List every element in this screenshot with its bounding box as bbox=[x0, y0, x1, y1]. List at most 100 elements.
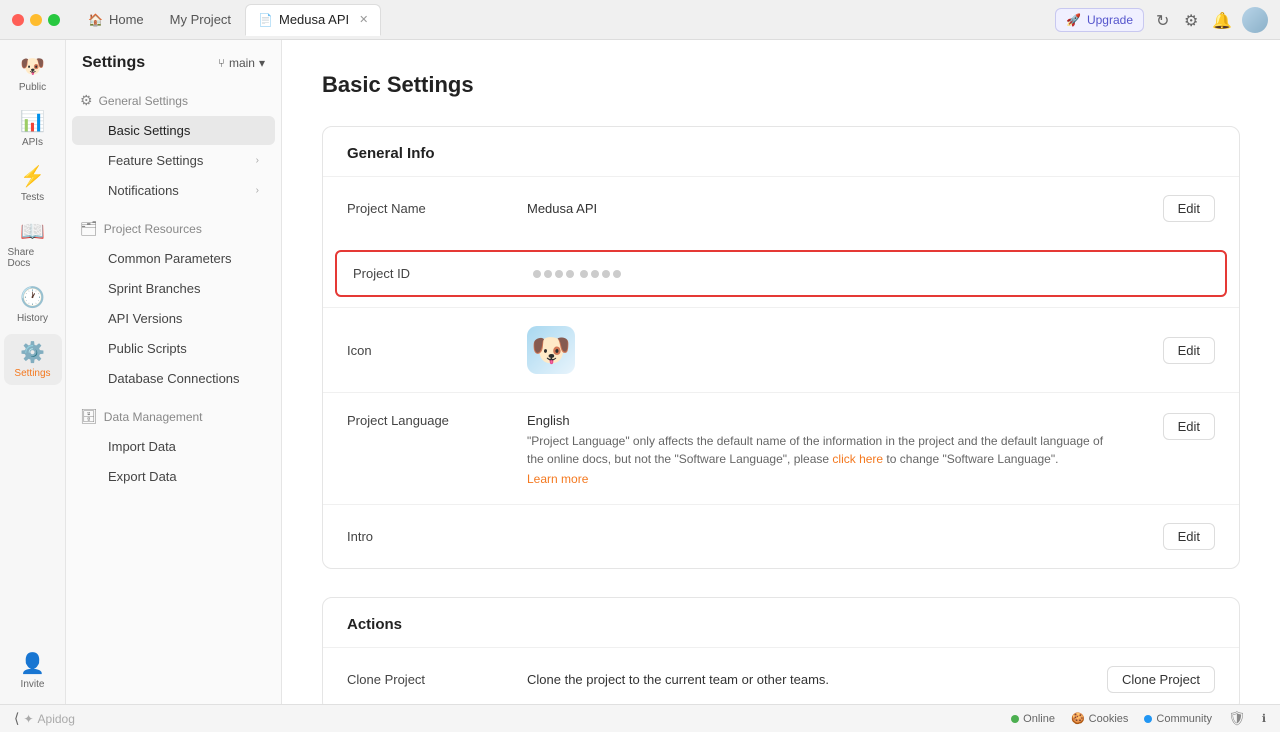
tab-my-project[interactable]: My Project bbox=[158, 4, 243, 36]
icon-edit-button[interactable]: Edit bbox=[1163, 337, 1215, 364]
project-id-label: Project ID bbox=[353, 266, 533, 281]
minimize-button[interactable] bbox=[30, 14, 42, 26]
sidebar-item-share-docs[interactable]: 📖 Share Docs bbox=[4, 213, 62, 275]
actions-title: Actions bbox=[323, 598, 1239, 647]
sidebar-item-tests-label: Tests bbox=[21, 192, 44, 203]
statusbar-right: Online 🍪 Cookies Community 🛡 ℹ bbox=[1011, 710, 1266, 727]
titlebar-icons: ↻ ⚙ 🔔 bbox=[1156, 11, 1230, 29]
actions-card: Actions Clone Project Clone the project … bbox=[322, 597, 1240, 704]
icon-label: Icon bbox=[347, 343, 527, 358]
common-parameters-label: Common Parameters bbox=[108, 251, 232, 266]
branch-label: main bbox=[229, 56, 255, 70]
language-desc: "Project Language" only affects the defa… bbox=[527, 432, 1107, 468]
project-icon: 🐶 bbox=[527, 326, 575, 374]
data-management-heading[interactable]: 🗄 Data Management bbox=[66, 402, 281, 431]
chevron-right-icon-2: › bbox=[256, 185, 259, 196]
nav-sprint-branches[interactable]: Sprint Branches bbox=[72, 274, 275, 303]
clone-project-row: Clone Project Clone the project to the c… bbox=[323, 647, 1239, 704]
project-resources-heading[interactable]: 🗂 Project Resources bbox=[66, 214, 281, 243]
tab-group: 🏠 Home My Project 📄 Medusa API ✕ bbox=[76, 4, 1047, 36]
branch-icon: ⑂ bbox=[218, 56, 225, 70]
tab-close-button[interactable]: ✕ bbox=[359, 13, 368, 26]
sidebar-item-settings[interactable]: ⚙️ Settings bbox=[4, 334, 62, 385]
close-button[interactable] bbox=[12, 14, 24, 26]
sidebar-item-public[interactable]: 🐶 Public bbox=[4, 48, 62, 99]
click-here-link[interactable]: click here bbox=[832, 452, 883, 466]
community-dot bbox=[1144, 715, 1152, 723]
maximize-button[interactable] bbox=[48, 14, 60, 26]
refresh-icon[interactable]: ↻ bbox=[1156, 11, 1174, 29]
titlebar: 🏠 Home My Project 📄 Medusa API ✕ 🚀 Upgra… bbox=[0, 0, 1280, 40]
cookies-label: Cookies bbox=[1089, 713, 1129, 725]
project-resources-label: Project Resources bbox=[104, 222, 202, 236]
app-body: 🐶 Public 📊 APIs ⚡ Tests 📖 Share Docs 🕐 H… bbox=[0, 40, 1280, 704]
apis-icon: 📊 bbox=[20, 109, 45, 134]
general-settings-group: ⚙ General Settings Basic Settings Featur… bbox=[66, 82, 281, 210]
sidebar-item-apis[interactable]: 📊 APIs bbox=[4, 103, 62, 154]
nav-public-scripts[interactable]: Public Scripts bbox=[72, 334, 275, 363]
upgrade-label: Upgrade bbox=[1087, 13, 1133, 27]
collapse-button[interactable]: ⟨ bbox=[14, 710, 19, 727]
upgrade-button[interactable]: 🚀 Upgrade bbox=[1055, 8, 1144, 32]
project-resources-group: 🗂 Project Resources Common Parameters Sp… bbox=[66, 210, 281, 398]
tab-medusa-api[interactable]: 📄 Medusa API ✕ bbox=[245, 4, 381, 36]
sidebar-item-tests[interactable]: ⚡ Tests bbox=[4, 158, 62, 209]
nav-feature-settings[interactable]: Feature Settings › bbox=[72, 146, 275, 175]
general-settings-label: General Settings bbox=[99, 94, 188, 108]
public-icon: 🐶 bbox=[20, 54, 45, 79]
language-edit-button[interactable]: Edit bbox=[1163, 413, 1215, 440]
shield-icon: 🛡 bbox=[1228, 710, 1246, 727]
sidebar-item-invite-label: Invite bbox=[21, 679, 45, 690]
language-block: English "Project Language" only affects … bbox=[527, 413, 1107, 486]
sidebar-item-apis-label: APIs bbox=[22, 137, 43, 148]
sidebar-header: Settings ⑂ main ▾ bbox=[66, 40, 281, 82]
status-info[interactable]: ℹ bbox=[1262, 712, 1266, 725]
data-management-label: Data Management bbox=[104, 410, 203, 424]
status-shield[interactable]: 🛡 bbox=[1228, 710, 1246, 727]
status-community[interactable]: Community bbox=[1144, 713, 1212, 725]
data-management-icon: 🗄 bbox=[80, 408, 98, 425]
titlebar-right: 🚀 Upgrade ↻ ⚙ 🔔 bbox=[1055, 7, 1268, 33]
nav-import-data[interactable]: Import Data bbox=[72, 432, 275, 461]
tab-home[interactable]: 🏠 Home bbox=[76, 4, 156, 36]
project-name-value: Medusa API bbox=[527, 201, 1163, 216]
avatar[interactable] bbox=[1242, 7, 1268, 33]
status-cookies[interactable]: 🍪 Cookies bbox=[1071, 712, 1128, 725]
icon-sidebar: 🐶 Public 📊 APIs ⚡ Tests 📖 Share Docs 🕐 H… bbox=[0, 40, 66, 704]
home-icon: 🏠 bbox=[88, 13, 103, 27]
status-online[interactable]: Online bbox=[1011, 713, 1055, 725]
general-settings-heading[interactable]: ⚙ General Settings bbox=[66, 86, 281, 115]
branch-selector[interactable]: ⑂ main ▾ bbox=[218, 56, 265, 70]
project-name-edit-button[interactable]: Edit bbox=[1163, 195, 1215, 222]
settings-icon[interactable]: ⚙ bbox=[1184, 11, 1202, 29]
nav-basic-settings[interactable]: Basic Settings bbox=[72, 116, 275, 145]
sidebar-item-invite[interactable]: 👤 Invite bbox=[4, 645, 62, 696]
project-name-row: Project Name Medusa API Edit bbox=[323, 176, 1239, 240]
rocket-icon: 🚀 bbox=[1066, 13, 1081, 27]
nav-export-data[interactable]: Export Data bbox=[72, 462, 275, 491]
clone-project-label: Clone Project bbox=[347, 672, 527, 687]
settings-sidebar: Settings ⑂ main ▾ ⚙ General Settings Bas… bbox=[66, 40, 282, 704]
clone-project-desc: Clone the project to the current team or… bbox=[527, 672, 1107, 687]
tab-medusa-api-label: Medusa API bbox=[279, 12, 349, 27]
nav-common-parameters[interactable]: Common Parameters bbox=[72, 244, 275, 273]
history-icon: 🕐 bbox=[20, 285, 45, 310]
project-language-row: Project Language English "Project Langua… bbox=[323, 392, 1239, 504]
sidebar-item-history[interactable]: 🕐 History bbox=[4, 279, 62, 330]
nav-database-connections[interactable]: Database Connections bbox=[72, 364, 275, 393]
apidog-logo: ✦ Apidog bbox=[23, 712, 74, 726]
sidebar-item-public-label: Public bbox=[19, 82, 46, 93]
chevron-down-icon: ▾ bbox=[259, 56, 265, 70]
learn-more-link[interactable]: Learn more bbox=[527, 472, 1107, 486]
sidebar-title: Settings bbox=[82, 54, 145, 72]
sidebar-item-settings-label: Settings bbox=[14, 368, 50, 379]
nav-notifications[interactable]: Notifications › bbox=[72, 176, 275, 205]
traffic-lights bbox=[12, 14, 60, 26]
clone-project-button[interactable]: Clone Project bbox=[1107, 666, 1215, 693]
nav-api-versions[interactable]: API Versions bbox=[72, 304, 275, 333]
project-id-row: Project ID bbox=[335, 250, 1227, 297]
page-title: Basic Settings bbox=[322, 72, 1240, 98]
bell-icon[interactable]: 🔔 bbox=[1212, 11, 1230, 29]
settings-gear-icon: ⚙️ bbox=[20, 340, 45, 365]
intro-edit-button[interactable]: Edit bbox=[1163, 523, 1215, 550]
